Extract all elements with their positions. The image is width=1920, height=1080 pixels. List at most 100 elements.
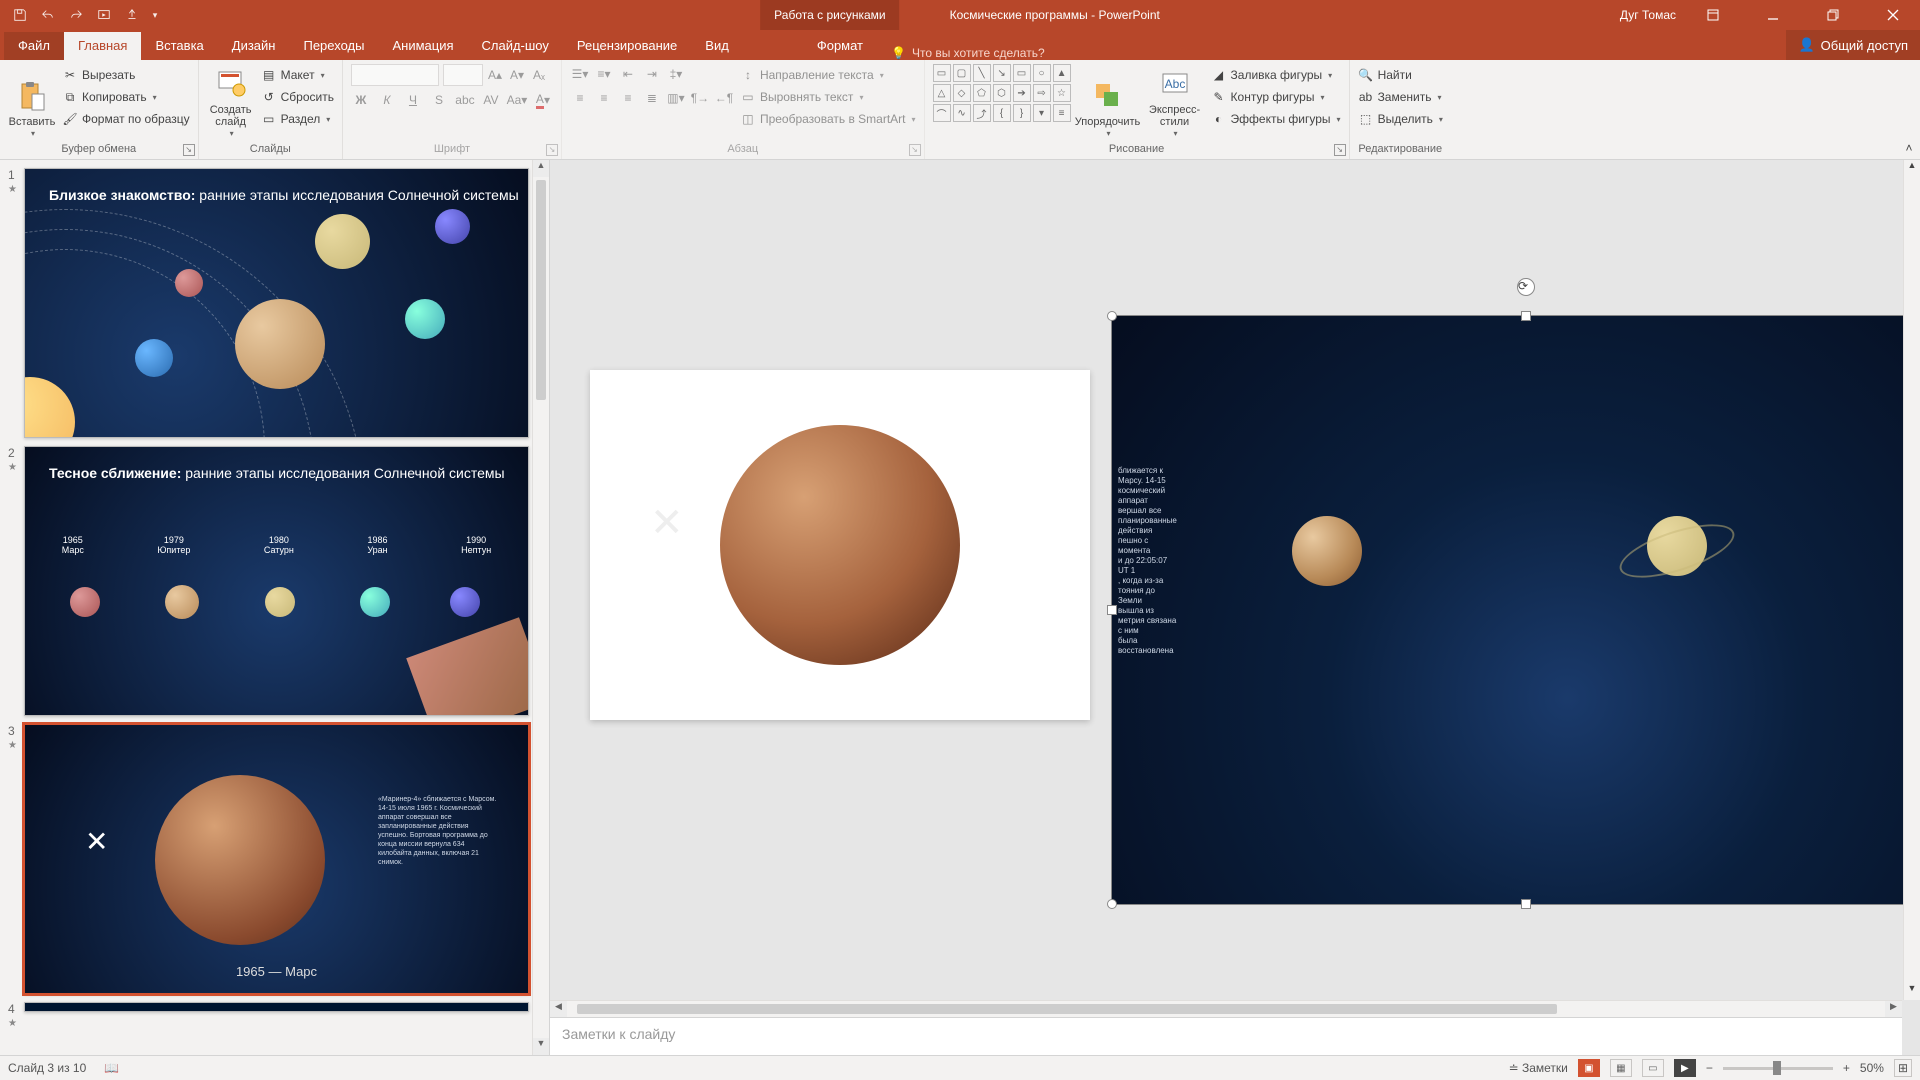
close-button[interactable] bbox=[1870, 0, 1916, 30]
start-from-beginning-button[interactable] bbox=[92, 3, 116, 27]
clear-formatting-button[interactable]: Aₓ bbox=[529, 65, 549, 85]
thumbnail-slide-4[interactable]: 4★ bbox=[24, 1002, 529, 1012]
vscroll-up-button[interactable]: ▲ bbox=[1904, 160, 1920, 177]
thumbnail-slide-1[interactable]: 1★ Близкое знакомство: ранние этапы иссл… bbox=[24, 168, 529, 438]
justify-button[interactable]: ≣ bbox=[642, 88, 662, 108]
reset-button[interactable]: ↺Сбросить bbox=[261, 86, 334, 108]
spell-check-icon[interactable]: 📖 bbox=[104, 1061, 119, 1075]
tab-design[interactable]: Дизайн bbox=[218, 32, 290, 60]
maximize-button[interactable] bbox=[1810, 0, 1856, 30]
decrease-indent-button[interactable]: ⇤ bbox=[618, 64, 638, 84]
selected-image[interactable]: ⟳ ближается к Марсу. 14-15космический ап… bbox=[1111, 315, 1920, 905]
bullets-button[interactable]: ☰▾ bbox=[570, 64, 590, 84]
zoom-out-button[interactable]: − bbox=[1706, 1061, 1713, 1075]
zoom-in-button[interactable]: + bbox=[1843, 1061, 1850, 1075]
quick-styles-button[interactable]: Abc Экспресс-стили▾ bbox=[1145, 64, 1205, 140]
tab-file[interactable]: Файл bbox=[4, 32, 64, 60]
drawing-dialog-launcher[interactable]: ↘ bbox=[1334, 144, 1346, 156]
hscroll-thumb[interactable] bbox=[577, 1004, 1557, 1014]
resize-handle-s[interactable] bbox=[1521, 899, 1531, 909]
italic-button[interactable]: К bbox=[377, 90, 397, 110]
shape-outline-button[interactable]: ✎Контур фигуры▾ bbox=[1211, 86, 1341, 108]
select-button[interactable]: ⬚Выделить▾ bbox=[1358, 108, 1443, 130]
shape-fill-button[interactable]: ◢Заливка фигуры▾ bbox=[1211, 64, 1341, 86]
thumbnail-slide-2[interactable]: 2★ Тесное сближение: ранние этапы исслед… bbox=[24, 446, 529, 716]
strikethrough-button[interactable]: S bbox=[429, 90, 449, 110]
collapse-ribbon-button[interactable]: ˄ bbox=[1898, 60, 1920, 159]
increase-font-button[interactable]: A▴ bbox=[485, 65, 505, 85]
tab-view[interactable]: Вид bbox=[691, 32, 743, 60]
scroll-down-button[interactable]: ▼ bbox=[533, 1038, 549, 1055]
align-right-button[interactable]: ≡ bbox=[618, 88, 638, 108]
touch-mode-button[interactable] bbox=[120, 3, 144, 27]
share-button[interactable]: 👤 Общий доступ bbox=[1786, 30, 1920, 60]
notes-pane[interactable]: Заметки к слайду bbox=[550, 1017, 1902, 1055]
tab-animations[interactable]: Анимация bbox=[378, 32, 467, 60]
slide-sorter-button[interactable]: ▦ bbox=[1610, 1059, 1632, 1077]
rtl-button[interactable]: ←¶ bbox=[714, 88, 734, 108]
change-case-button[interactable]: Aa▾ bbox=[507, 90, 527, 110]
text-direction-button[interactable]: ↕Направление текста▾ bbox=[740, 64, 916, 86]
scrollbar-thumb[interactable] bbox=[536, 180, 546, 400]
ltr-button[interactable]: ¶→ bbox=[690, 88, 710, 108]
thumbnail-slide-3[interactable]: 3★ ✕ «Маринер-4» сближается с Марсом. 14… bbox=[24, 724, 529, 994]
bold-button[interactable]: Ж bbox=[351, 90, 371, 110]
font-family-input[interactable] bbox=[351, 64, 439, 86]
notes-toggle[interactable]: ≐ Заметки bbox=[1509, 1061, 1568, 1075]
font-color-button[interactable]: A▾ bbox=[533, 90, 553, 110]
convert-smartart-button[interactable]: ◫Преобразовать в SmartArt▾ bbox=[740, 108, 916, 130]
font-dialog-launcher[interactable]: ↘ bbox=[546, 144, 558, 156]
cut-button[interactable]: ✂Вырезать bbox=[62, 64, 190, 86]
decrease-font-button[interactable]: A▾ bbox=[507, 65, 527, 85]
paragraph-dialog-launcher[interactable]: ↘ bbox=[909, 144, 921, 156]
fit-to-window-button[interactable]: ⊞ bbox=[1894, 1059, 1912, 1077]
resize-handle-sw[interactable] bbox=[1107, 899, 1117, 909]
normal-view-button[interactable]: ▣ bbox=[1578, 1059, 1600, 1077]
tab-home[interactable]: Главная bbox=[64, 32, 141, 60]
arrange-button[interactable]: Упорядочить▾ bbox=[1077, 64, 1139, 140]
font-size-input[interactable] bbox=[443, 64, 483, 86]
tell-me[interactable]: 💡 Что вы хотите сделать? bbox=[877, 46, 1059, 60]
underline-button[interactable]: Ч bbox=[403, 90, 423, 110]
replace-button[interactable]: abЗаменить▾ bbox=[1358, 86, 1443, 108]
shape-effects-button[interactable]: ◐Эффекты фигуры▾ bbox=[1211, 108, 1341, 130]
undo-button[interactable] bbox=[36, 3, 60, 27]
zoom-slider[interactable] bbox=[1723, 1067, 1833, 1070]
layout-button[interactable]: ▤Макет▾ bbox=[261, 64, 334, 86]
scroll-up-button[interactable]: ▲ bbox=[533, 160, 549, 177]
minimize-button[interactable] bbox=[1750, 0, 1796, 30]
editor-horizontal-scrollbar[interactable]: ◀ ▶ bbox=[550, 1000, 1902, 1017]
tab-insert[interactable]: Вставка bbox=[141, 32, 217, 60]
section-button[interactable]: ▭Раздел▾ bbox=[261, 108, 334, 130]
slide-indicator[interactable]: Слайд 3 из 10 bbox=[8, 1061, 86, 1075]
shapes-gallery[interactable]: ▭▢╲↘▭○▲ △◇⬠⬡➔⇨☆ ⌒∿⤴{}▾≡ bbox=[933, 64, 1071, 122]
vscroll-down-button[interactable]: ▼ bbox=[1904, 983, 1920, 1000]
increase-indent-button[interactable]: ⇥ bbox=[642, 64, 662, 84]
tab-transitions[interactable]: Переходы bbox=[289, 32, 378, 60]
user-name[interactable]: Дуг Томас bbox=[1620, 8, 1676, 22]
resize-handle-nw[interactable] bbox=[1107, 311, 1117, 321]
resize-handle-w[interactable] bbox=[1107, 605, 1117, 615]
reading-view-button[interactable]: ▭ bbox=[1642, 1059, 1664, 1077]
slide-canvas[interactable]: ✕ bbox=[590, 370, 1090, 720]
new-slide-button[interactable]: Создать слайд▾ bbox=[207, 64, 255, 140]
qat-customize-button[interactable]: ▾ bbox=[148, 3, 162, 27]
clipboard-dialog-launcher[interactable]: ↘ bbox=[183, 144, 195, 156]
slideshow-view-button[interactable]: ▶ bbox=[1674, 1059, 1696, 1077]
rotation-handle[interactable]: ⟳ bbox=[1517, 278, 1535, 296]
shadow-button[interactable]: abc bbox=[455, 90, 475, 110]
tab-review[interactable]: Рецензирование bbox=[563, 32, 691, 60]
line-spacing-button[interactable]: ‡▾ bbox=[666, 64, 686, 84]
ribbon-display-options-button[interactable] bbox=[1690, 0, 1736, 30]
numbering-button[interactable]: ≡▾ bbox=[594, 64, 614, 84]
hscroll-left-button[interactable]: ◀ bbox=[550, 1001, 567, 1017]
editor-vertical-scrollbar[interactable]: ▲ ▼ bbox=[1903, 160, 1920, 1000]
save-button[interactable] bbox=[8, 3, 32, 27]
tab-slideshow[interactable]: Слайд-шоу bbox=[468, 32, 563, 60]
copy-button[interactable]: ⧉Копировать▾ bbox=[62, 86, 190, 108]
slide-editor[interactable]: ✕ ⟳ ближается к Марсу. 14-15космический … bbox=[550, 160, 1920, 1055]
redo-button[interactable] bbox=[64, 3, 88, 27]
find-button[interactable]: 🔍Найти bbox=[1358, 64, 1443, 86]
char-spacing-button[interactable]: AV bbox=[481, 90, 501, 110]
thumbnails-scrollbar[interactable]: ▲ ▼ bbox=[532, 160, 549, 1055]
